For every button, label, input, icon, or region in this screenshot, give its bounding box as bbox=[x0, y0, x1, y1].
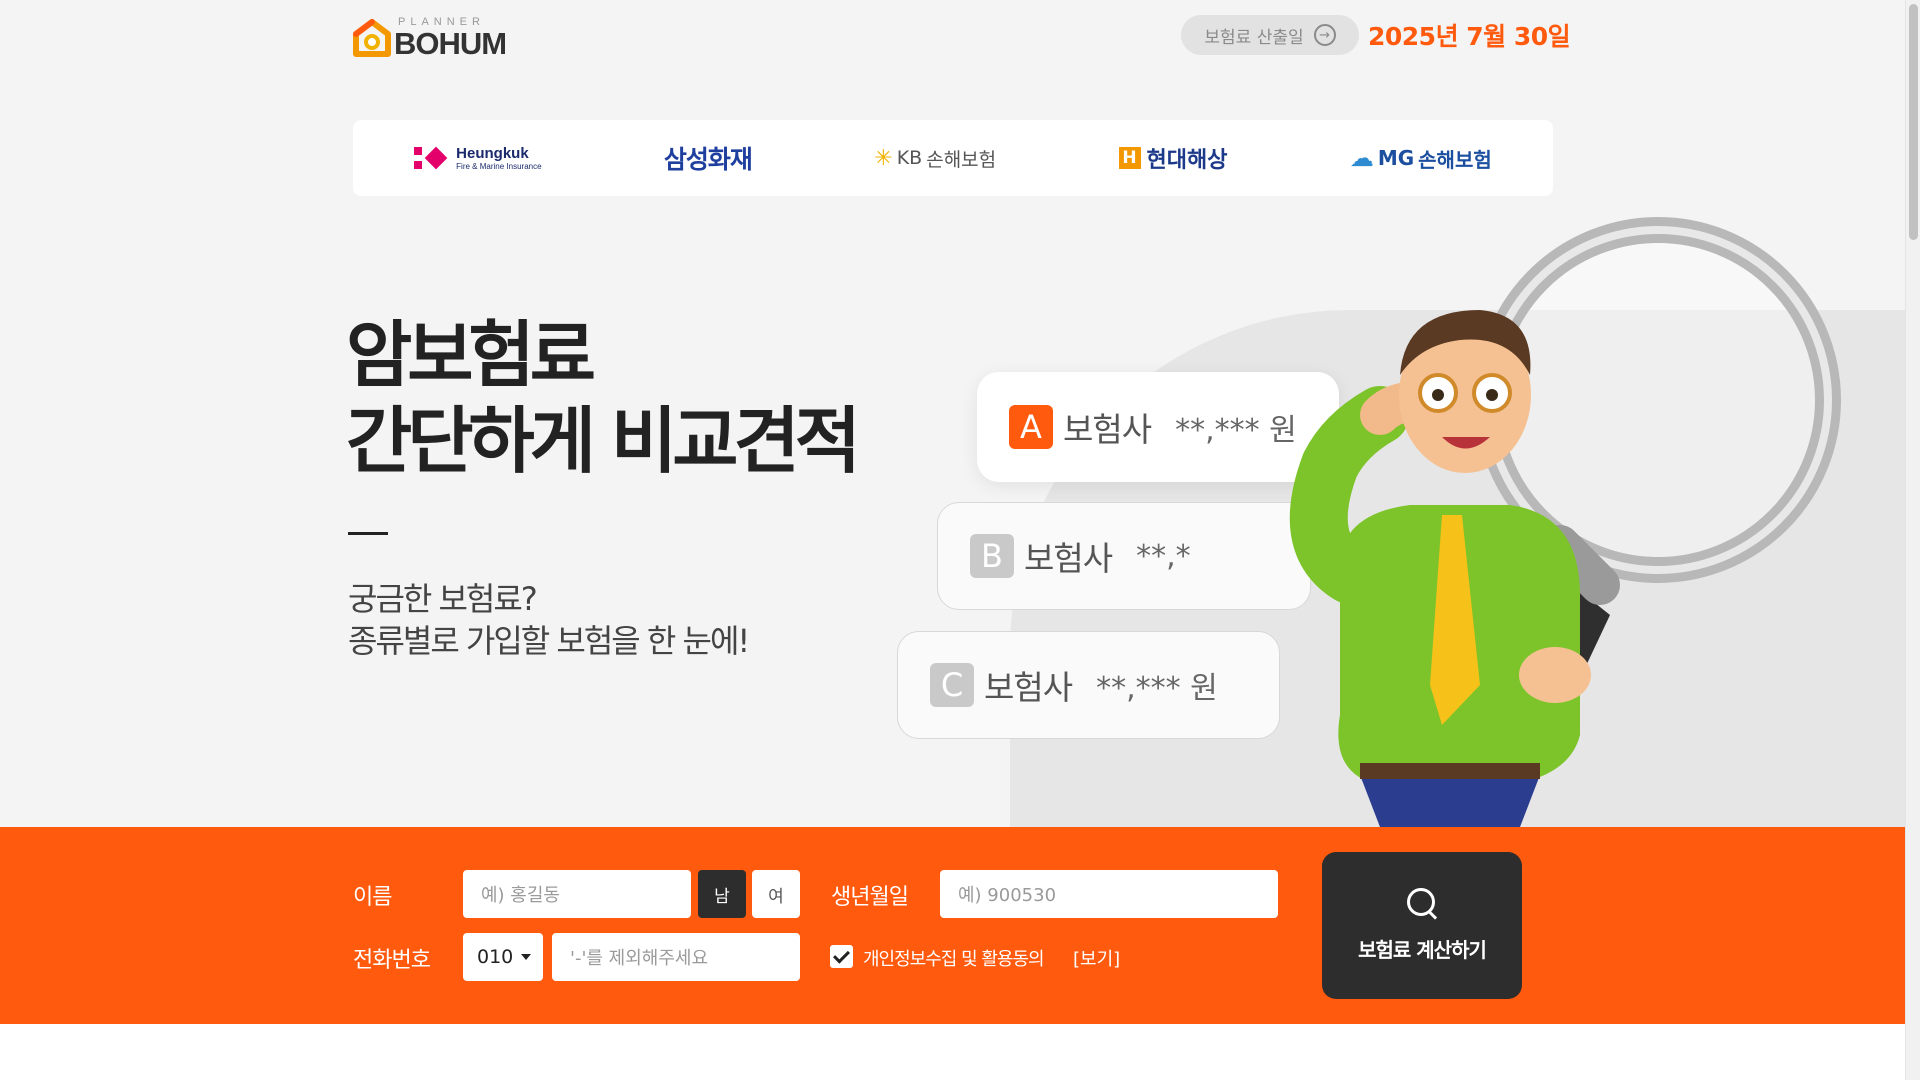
heungkuk-sub: Fire & Marine Insurance bbox=[456, 162, 542, 171]
phone-label: 전화번호 bbox=[353, 948, 431, 973]
mg-name: 손해보험 bbox=[1418, 147, 1492, 172]
phone-prefix-value: 010 bbox=[477, 946, 514, 968]
search-icon bbox=[1407, 888, 1437, 918]
samsung-name: 삼성화재 bbox=[663, 145, 753, 174]
consent-checkbox[interactable] bbox=[830, 945, 853, 968]
arrow-right-circle-icon: → bbox=[1313, 24, 1336, 46]
calc-date-button[interactable]: 보험료 산출일 → bbox=[1181, 15, 1359, 55]
insurer-heungkuk: Heungkuk Fire & Marine Insurance bbox=[414, 138, 542, 178]
calc-date-value: 2025년 7월 30일 bbox=[1368, 22, 1571, 51]
hero-subtitle-line1: 궁금한 보험료? bbox=[348, 580, 538, 618]
insurer-hyundai: H 현대해상 bbox=[1118, 138, 1228, 178]
insurer-kb: ✳ KB 손해보험 bbox=[874, 138, 996, 178]
quote-letter: C bbox=[930, 663, 974, 707]
phone-input[interactable]: '-'를 제외해주세요 bbox=[552, 933, 800, 981]
birth-label: 생년월일 bbox=[831, 885, 909, 910]
hero-title: 암보험료 간단하게 비교견적 bbox=[346, 312, 861, 484]
calculate-premium-button[interactable]: 보험료 계산하기 bbox=[1322, 852, 1522, 999]
birth-input[interactable]: 예) 900530 bbox=[940, 870, 1278, 918]
insurer-samsung: 삼성화재 bbox=[663, 138, 753, 178]
phone-prefix-select[interactable]: 010 bbox=[463, 933, 543, 981]
quote-letter: B bbox=[970, 534, 1014, 578]
quote-insurer: 보험사 bbox=[984, 668, 1073, 707]
quote-form-band bbox=[0, 827, 1905, 1024]
scrollbar-thumb[interactable] bbox=[1909, 4, 1918, 240]
insurer-mg: ☁ MG 손해보험 bbox=[1350, 138, 1492, 178]
kb-prefix: KB bbox=[896, 147, 923, 169]
quote-insurer: 보험사 bbox=[1063, 410, 1152, 449]
planner-bohum-logo[interactable]: PLANNER BOHUM bbox=[352, 14, 512, 61]
insurer-logo-bar: Heungkuk Fire & Marine Insurance 삼성화재 ✳ … bbox=[353, 120, 1553, 196]
quote-letter: A bbox=[1009, 405, 1053, 449]
consent-view-link[interactable]: [보기] bbox=[1073, 945, 1120, 971]
page-scrollbar[interactable] bbox=[1905, 0, 1920, 1080]
calc-date-label: 보험료 산출일 bbox=[1204, 27, 1304, 48]
logo-mark-icon bbox=[353, 19, 391, 57]
hero-divider bbox=[348, 532, 388, 535]
hero-subtitle: 궁금한 보험료? 종류별로 가입할 보험을 한 눈에! bbox=[348, 578, 750, 662]
hero-title-line1: 암보험료 bbox=[346, 313, 596, 397]
character-with-magnifier-illustration bbox=[1289, 217, 1841, 827]
heungkuk-logo-icon bbox=[414, 146, 448, 170]
name-label: 이름 bbox=[353, 885, 392, 910]
kb-star-icon: ✳ bbox=[874, 145, 893, 171]
mg-prefix: MG bbox=[1377, 146, 1415, 170]
page-lower-area bbox=[0, 1024, 1905, 1080]
hyundai-name: 현대해상 bbox=[1146, 148, 1228, 173]
heungkuk-name: Heungkuk bbox=[456, 145, 529, 162]
kb-name: 손해보험 bbox=[926, 148, 997, 171]
gender-male-button[interactable]: 남 bbox=[698, 870, 746, 918]
calculate-premium-label: 보험료 계산하기 bbox=[1358, 938, 1487, 962]
gender-female-button[interactable]: 여 bbox=[752, 870, 800, 918]
consent-label: 개인정보수집 및 활용동의 bbox=[863, 949, 1045, 970]
name-input[interactable]: 예) 홍길동 bbox=[463, 870, 691, 918]
hero-title-line2: 간단하게 비교견적 bbox=[346, 399, 861, 483]
mg-cloud-icon: ☁ bbox=[1349, 144, 1374, 172]
quote-insurer: 보험사 bbox=[1024, 539, 1113, 578]
logo-bohum-text: BOHUM bbox=[394, 26, 507, 61]
hero-subtitle-line2: 종류별로 가입할 보험을 한 눈에! bbox=[348, 622, 750, 660]
hyundai-logo-icon: H bbox=[1118, 147, 1141, 169]
chevron-down-icon bbox=[521, 954, 532, 960]
